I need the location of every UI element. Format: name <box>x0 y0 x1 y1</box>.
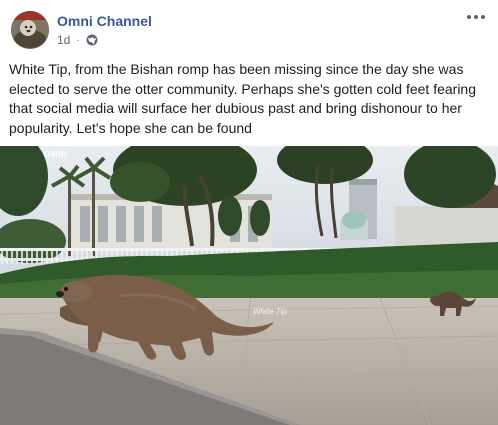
page-name-link[interactable]: Omni Channel <box>57 13 152 29</box>
more-dot <box>481 15 485 19</box>
more-dot <box>474 15 478 19</box>
otter-photo-scene <box>0 146 498 425</box>
post-photo[interactable] <box>0 146 498 425</box>
meta-separator: · <box>76 34 80 46</box>
more-dot <box>467 15 471 19</box>
facebook-post: Omni Channel 1d · White Tip, from the Bi… <box>0 0 498 425</box>
more-options-icon[interactable] <box>464 10 488 24</box>
globe-icon[interactable] <box>86 34 98 46</box>
post-text: White Tip, from the Bishan romp has been… <box>9 61 477 136</box>
photo-caption-label: White Tip <box>253 307 287 316</box>
post-meta: 1d · <box>57 33 98 47</box>
photo-watermark-brand: OMNI <box>44 150 67 159</box>
post-timestamp[interactable]: 1d <box>57 33 70 47</box>
page-avatar[interactable] <box>11 11 49 49</box>
